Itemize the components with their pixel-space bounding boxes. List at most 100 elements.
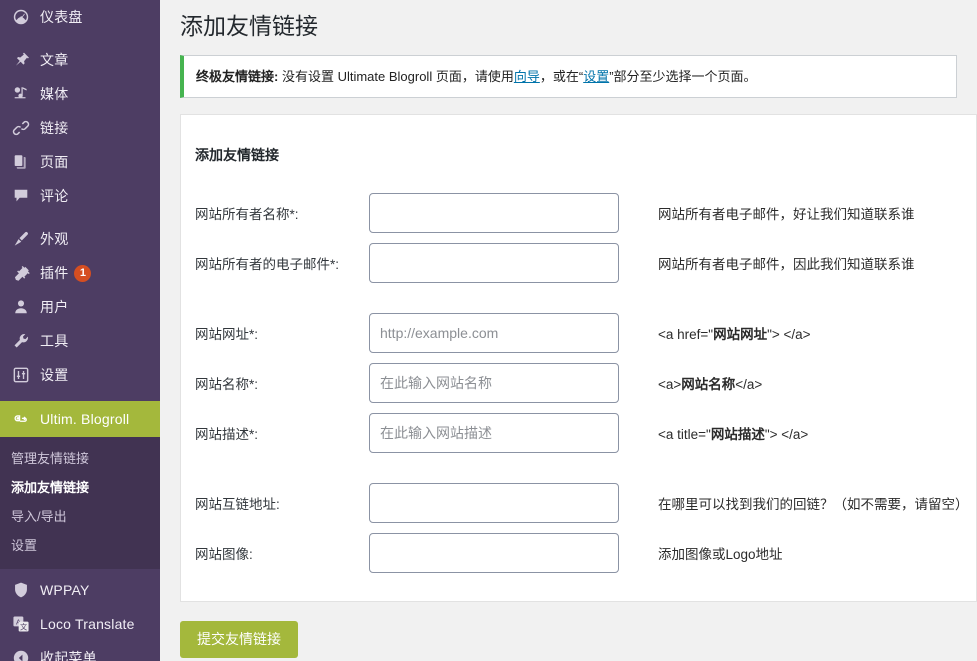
sidebar-item-collapse-menu[interactable]: 收起菜单	[0, 641, 160, 661]
hint-site-description: <a title="网站描述"> </a>	[625, 423, 976, 443]
svg-text:文: 文	[20, 623, 27, 632]
submit-link-button[interactable]: 提交友情链接	[180, 621, 298, 659]
site-description-input[interactable]	[369, 413, 619, 454]
sidebar-item-links[interactable]: 链接	[0, 111, 160, 145]
submit-area: 提交友情链接	[180, 621, 977, 659]
notice-text-2: ，或在“	[539, 68, 584, 84]
label-backlink-url: 网站互链地址:	[195, 497, 280, 513]
plugins-plug-icon	[11, 263, 31, 283]
collapse-arrow-icon	[11, 648, 31, 661]
form-row-site-url: 网站网址*: <a href="网站网址"> </a>	[181, 309, 976, 357]
notice-settings-link[interactable]: 设置	[583, 69, 609, 84]
hint-token: 网站描述	[710, 427, 765, 443]
submenu-item-manage-links[interactable]: 管理友情链接	[0, 444, 160, 473]
sidebar-item-label: 设置	[40, 367, 69, 383]
dashboard-icon	[11, 7, 31, 27]
form-row-site-owner-email: 网站所有者的电子邮件*: 网站所有者电子邮件，因此我们知道联系谁	[181, 239, 976, 287]
sidebar-item-label: 工具	[40, 333, 69, 349]
hint-pre: <a>	[658, 377, 682, 393]
hint-site-url: <a href="网站网址"> </a>	[625, 323, 976, 343]
label-site-owner-email: 网站所有者的电子邮件*:	[195, 257, 340, 273]
blogroll-icon	[11, 409, 31, 429]
sidebar-divider	[0, 213, 160, 222]
hint-site-name: <a>网站名称</a>	[625, 373, 976, 393]
sidebar-item-label: 用户	[40, 299, 69, 315]
sidebar-lower-group: WPPAY A 文 Loco Translate 收起菜单	[0, 569, 160, 661]
site-url-input[interactable]	[369, 313, 619, 354]
sidebar-item-label: 页面	[40, 154, 69, 170]
sidebar-item-label: 插件	[40, 265, 69, 281]
plugins-update-badge: 1	[74, 264, 92, 282]
sidebar-item-dashboard[interactable]: 仪表盘	[0, 0, 160, 34]
field-wrap-site-image	[369, 533, 625, 574]
form-row-backlink-url: 网站互链地址: 在哪里可以找到我们的回链？（如不需要，请留空）	[181, 479, 976, 527]
hint-site-owner-name: 网站所有者电子邮件，好让我们知道联系谁	[658, 207, 915, 223]
hint-post: "> </a>	[764, 427, 809, 443]
sidebar-item-label: 文章	[40, 52, 69, 68]
translate-icon: A 文	[11, 614, 31, 634]
site-name-input[interactable]	[369, 363, 619, 404]
notice-wizard-link[interactable]: 向导	[514, 69, 540, 84]
hint-token: 网站网址	[713, 327, 768, 343]
sidebar-item-appearance[interactable]: 外观	[0, 222, 160, 256]
sidebar-item-users[interactable]: 用户	[0, 290, 160, 324]
media-icon	[11, 84, 31, 104]
label-site-image: 网站图像:	[195, 547, 253, 563]
admin-sidebar: 仪表盘 文章 媒体 链接 页面 评论 外观 插件 1 用户 工具 设置 Ulti…	[0, 0, 160, 661]
shield-icon	[11, 580, 31, 600]
site-owner-name-input[interactable]	[369, 193, 619, 234]
sidebar-item-label: 仪表盘	[40, 9, 83, 25]
label-site-owner-name: 网站所有者名称*:	[195, 207, 299, 223]
panel-title: 添加友情链接	[195, 147, 279, 164]
field-wrap-site-url	[369, 313, 625, 354]
form-row-site-owner-name: 网站所有者名称*: 网站所有者电子邮件，好让我们知道联系谁	[181, 189, 976, 237]
label-site-name: 网站名称*:	[195, 377, 259, 393]
site-owner-email-input[interactable]	[369, 243, 619, 284]
hint-pre: <a title="	[658, 427, 711, 443]
sidebar-item-pages[interactable]: 页面	[0, 145, 160, 179]
settings-sliders-icon	[11, 365, 31, 385]
field-wrap-site-description	[369, 413, 625, 454]
sidebar-item-label: Ultim. Blogroll	[40, 411, 130, 427]
sidebar-divider	[0, 34, 160, 43]
sidebar-item-label: 收起菜单	[40, 650, 97, 661]
appearance-brush-icon	[11, 229, 31, 249]
sidebar-item-settings[interactable]: 设置	[0, 358, 160, 392]
field-wrap-site-name	[369, 363, 625, 404]
site-image-input[interactable]	[369, 533, 619, 574]
sidebar-item-plugins[interactable]: 插件 1	[0, 256, 160, 290]
posts-pin-icon	[11, 50, 31, 70]
admin-notice: 终极友情链接: 没有设置 Ultimate Blogroll 页面，请使用向导，…	[180, 54, 957, 99]
sidebar-item-label: 评论	[40, 188, 69, 204]
label-site-description: 网站描述*:	[195, 427, 259, 443]
sidebar-item-loco-translate[interactable]: A 文 Loco Translate	[0, 607, 160, 641]
form-row-site-image: 网站图像: 添加图像或Logo地址	[181, 529, 976, 577]
sidebar-item-label: Loco Translate	[40, 616, 135, 632]
admin-page: 仪表盘 文章 媒体 链接 页面 评论 外观 插件 1 用户 工具 设置 Ulti…	[0, 0, 977, 661]
main-content: 添加友情链接 终极友情链接: 没有设置 Ultimate Blogroll 页面…	[160, 0, 977, 661]
tools-wrench-icon	[11, 331, 31, 351]
sidebar-item-posts[interactable]: 文章	[0, 43, 160, 77]
sidebar-item-comments[interactable]: 评论	[0, 179, 160, 213]
submenu-item-import-export[interactable]: 导入/导出	[0, 502, 160, 531]
hint-site-image: 添加图像或Logo地址	[658, 547, 783, 563]
field-wrap-site-owner-email	[369, 243, 625, 284]
hint-post: </a>	[735, 377, 763, 393]
sidebar-item-label: 链接	[40, 120, 69, 136]
page-title: 添加友情链接	[180, 13, 318, 39]
hint-token: 网站名称	[681, 377, 736, 393]
backlink-url-input[interactable]	[369, 483, 619, 524]
sidebar-item-media[interactable]: 媒体	[0, 77, 160, 111]
hint-pre: <a href="	[658, 327, 714, 343]
submenu-item-settings[interactable]: 设置	[0, 531, 160, 560]
notice-prefix: 终极友情链接:	[196, 68, 279, 84]
notice-text-1: 没有设置 Ultimate Blogroll 页面，请使用	[278, 68, 514, 84]
hint-backlink-url: 在哪里可以找到我们的回链？（如不需要，请留空）	[658, 497, 969, 513]
sidebar-item-label: 外观	[40, 231, 69, 247]
submenu-item-add-link[interactable]: 添加友情链接	[0, 473, 160, 502]
sidebar-item-tools[interactable]: 工具	[0, 324, 160, 358]
field-wrap-backlink-url	[369, 483, 625, 524]
sidebar-item-wppay[interactable]: WPPAY	[0, 573, 160, 607]
sidebar-item-ultim-blogroll[interactable]: Ultim. Blogroll	[0, 401, 160, 437]
sidebar-divider	[0, 392, 160, 401]
